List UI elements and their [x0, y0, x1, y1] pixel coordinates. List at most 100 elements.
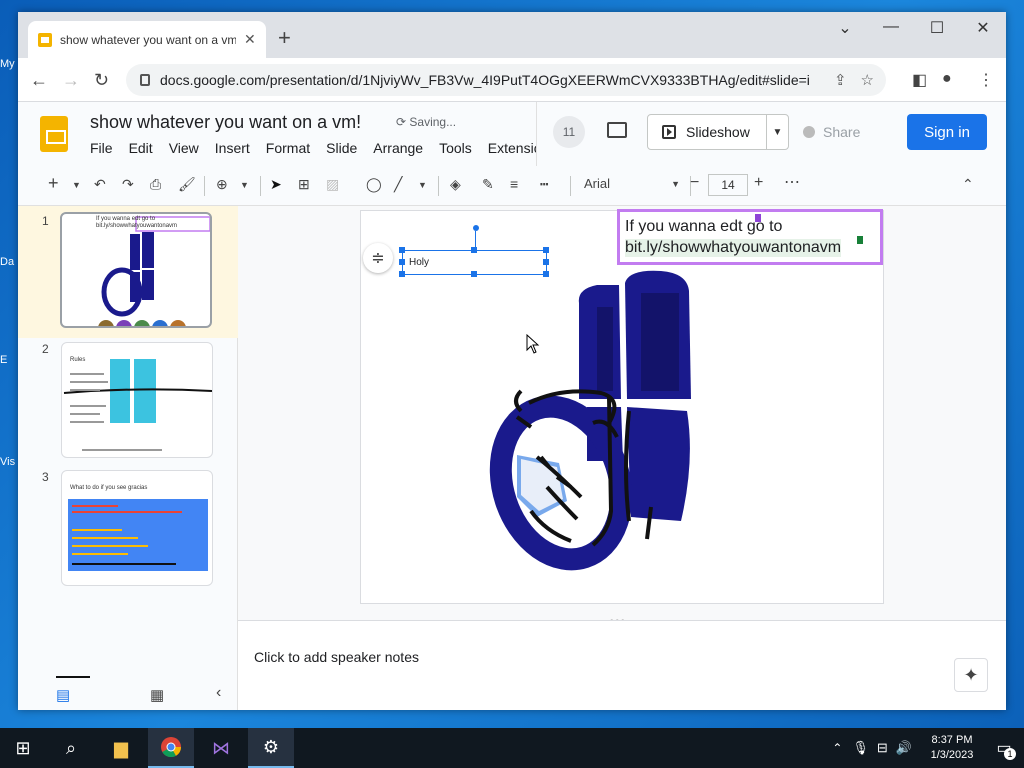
menu-tools[interactable]: Tools	[439, 140, 480, 156]
resize-handle[interactable]	[399, 271, 405, 277]
viewer-count-avatar[interactable]: 11	[553, 116, 585, 148]
menu-view[interactable]: View	[169, 140, 207, 156]
slide-number: 3	[42, 470, 49, 484]
new-slide-dropdown-icon[interactable]: ▼	[72, 180, 81, 190]
notification-center-icon[interactable]: ▭ 1	[984, 728, 1024, 768]
menu-slide[interactable]: Slide	[326, 140, 365, 156]
tray-expand-icon[interactable]: ⌃	[832, 741, 842, 755]
resize-handle[interactable]	[399, 259, 405, 265]
file-explorer-icon[interactable]: ▆	[98, 728, 144, 768]
chrome-taskbar-icon[interactable]	[148, 728, 194, 768]
border-weight-icon[interactable]: ≡	[510, 176, 518, 192]
desktop-icon-label[interactable]: My	[0, 58, 15, 70]
rotate-handle[interactable]	[473, 225, 479, 231]
line-icon[interactable]: ╱	[394, 176, 402, 193]
more-options-icon[interactable]: ⋯	[784, 172, 800, 192]
shape-icon[interactable]: ◯	[366, 176, 382, 193]
slideshow-play-icon	[662, 125, 676, 139]
fill-color-icon[interactable]: ◈	[450, 176, 461, 193]
side-panel-icon[interactable]: ◧	[912, 70, 927, 90]
font-selector[interactable]: Arial ▼	[584, 176, 680, 191]
new-slide-plus-icon[interactable]: +	[48, 173, 59, 194]
resize-handle[interactable]	[399, 247, 405, 253]
chrome-menu-icon[interactable]: ⋮	[978, 70, 994, 90]
omnibox[interactable]: docs.google.com/presentation/d/1NjviyWv_…	[126, 64, 886, 96]
slideshow-button[interactable]: Slideshow ▼	[647, 114, 789, 150]
slide-thumbnail-2[interactable]: Rules	[61, 342, 213, 458]
url-text[interactable]: docs.google.com/presentation/d/1NjviyWv_…	[160, 72, 810, 88]
vertical-align-icon[interactable]: ≑	[363, 243, 393, 273]
notification-count: 1	[1004, 748, 1016, 760]
comment-icon[interactable]	[607, 122, 627, 138]
speaker-notes-placeholder[interactable]: Click to add speaker notes	[254, 649, 419, 665]
decrease-font-size-icon[interactable]: −	[690, 174, 699, 192]
menu-arrange[interactable]: Arrange	[373, 140, 431, 156]
thumb-1-text: If you wanna edt go to bit.ly/showwhatyo…	[96, 216, 178, 229]
visual-studio-icon[interactable]: ⋈	[198, 728, 244, 768]
collapse-toolbar-icon[interactable]: ⌃	[962, 176, 974, 193]
image-icon[interactable]: ▨	[326, 176, 339, 193]
resize-handle[interactable]	[471, 247, 477, 253]
profile-icon[interactable]: ●	[942, 70, 952, 88]
slide-canvas[interactable]: ≑ Holy If you wanna edt go to bit.ly/sho…	[360, 209, 884, 604]
undo-icon[interactable]: ↶	[94, 176, 106, 193]
desktop-icon-label[interactable]: Vis	[0, 456, 15, 468]
slides-logo-icon[interactable]	[40, 116, 68, 152]
share-page-icon[interactable]: ⇪	[834, 71, 847, 89]
search-icon[interactable]: ⌕	[48, 728, 94, 768]
microphone-icon[interactable]: 🎙	[852, 740, 869, 756]
paint-format-icon[interactable]: 🖌	[178, 176, 196, 193]
settings-gear-icon[interactable]: ⚙	[248, 728, 294, 768]
volume-icon[interactable]: 🔊	[896, 740, 912, 756]
forward-arrow-icon[interactable]: →	[62, 70, 80, 91]
zoom-icon[interactable]: ⊕	[216, 176, 228, 193]
network-icon[interactable]: ⊟	[877, 740, 888, 756]
resize-handle[interactable]	[543, 247, 549, 253]
border-dash-icon[interactable]: ┅	[540, 176, 548, 193]
resize-handle[interactable]	[543, 271, 549, 277]
lock-icon[interactable]	[140, 74, 150, 86]
slide-thumbnail-3[interactable]: What to do if you see gracias	[61, 470, 213, 586]
redo-icon[interactable]: ↷	[122, 176, 134, 193]
text-box-icon[interactable]: ⊞	[298, 176, 310, 193]
print-icon[interactable]: ⎙	[150, 176, 161, 193]
increase-font-size-icon[interactable]: +	[754, 174, 763, 192]
windows-start-icon[interactable]: ⊞	[0, 728, 46, 768]
menu-format[interactable]: Format	[266, 140, 318, 156]
zoom-dropdown-icon[interactable]: ▼	[240, 180, 249, 190]
close-tab-icon[interactable]: ✕	[244, 31, 256, 48]
menu-bar: File Edit View Insert Format Slide Arran…	[90, 140, 557, 156]
close-window-button[interactable]: ✕	[960, 18, 1006, 38]
line-dropdown-icon[interactable]: ▼	[418, 180, 427, 190]
menu-file[interactable]: File	[90, 140, 121, 156]
share-button[interactable]: Share	[803, 114, 883, 150]
slideshow-dropdown-icon[interactable]: ▼	[766, 115, 788, 149]
desktop-icon-label[interactable]: E	[0, 354, 7, 366]
clock[interactable]: 8:37 PM 1/3/2023	[920, 733, 984, 763]
minimize-button[interactable]: —	[868, 18, 914, 36]
reload-icon[interactable]: ↻	[94, 70, 109, 91]
desktop-icon-label[interactable]: Da	[0, 256, 14, 268]
explore-sparkle-icon[interactable]: ✦	[954, 658, 988, 692]
menu-insert[interactable]: Insert	[215, 140, 258, 156]
font-size-input[interactable]: 14	[708, 174, 748, 196]
tab-search-icon[interactable]: ⌄	[822, 18, 868, 38]
maximize-button[interactable]: ☐	[914, 18, 960, 38]
resize-handle[interactable]	[471, 271, 477, 277]
back-arrow-icon[interactable]: ←	[30, 70, 48, 91]
grid-view-icon[interactable]: ▦	[150, 686, 164, 704]
collapse-filmstrip-icon[interactable]: ‹	[216, 684, 221, 702]
browser-tab[interactable]: show whatever you want on a vm ✕	[28, 21, 266, 58]
border-color-icon[interactable]: ✎	[482, 176, 494, 193]
document-title[interactable]: show whatever you want on a vm!	[90, 112, 361, 133]
sign-in-button[interactable]: Sign in	[907, 114, 987, 150]
bookmark-star-icon[interactable]: ☆	[861, 71, 874, 89]
edit-link-textbox[interactable]: If you wanna edt go to bit.ly/showwhatyo…	[617, 209, 883, 265]
select-cursor-icon[interactable]: ➤	[270, 176, 282, 193]
speaker-notes[interactable]: Click to add speaker notes ✦	[238, 620, 1006, 710]
new-tab-button[interactable]: +	[278, 25, 291, 51]
save-status-text: Saving...	[409, 115, 457, 129]
menu-edit[interactable]: Edit	[129, 140, 161, 156]
resize-handle[interactable]	[543, 259, 549, 265]
filmstrip-view-icon[interactable]: ▤	[56, 686, 70, 704]
